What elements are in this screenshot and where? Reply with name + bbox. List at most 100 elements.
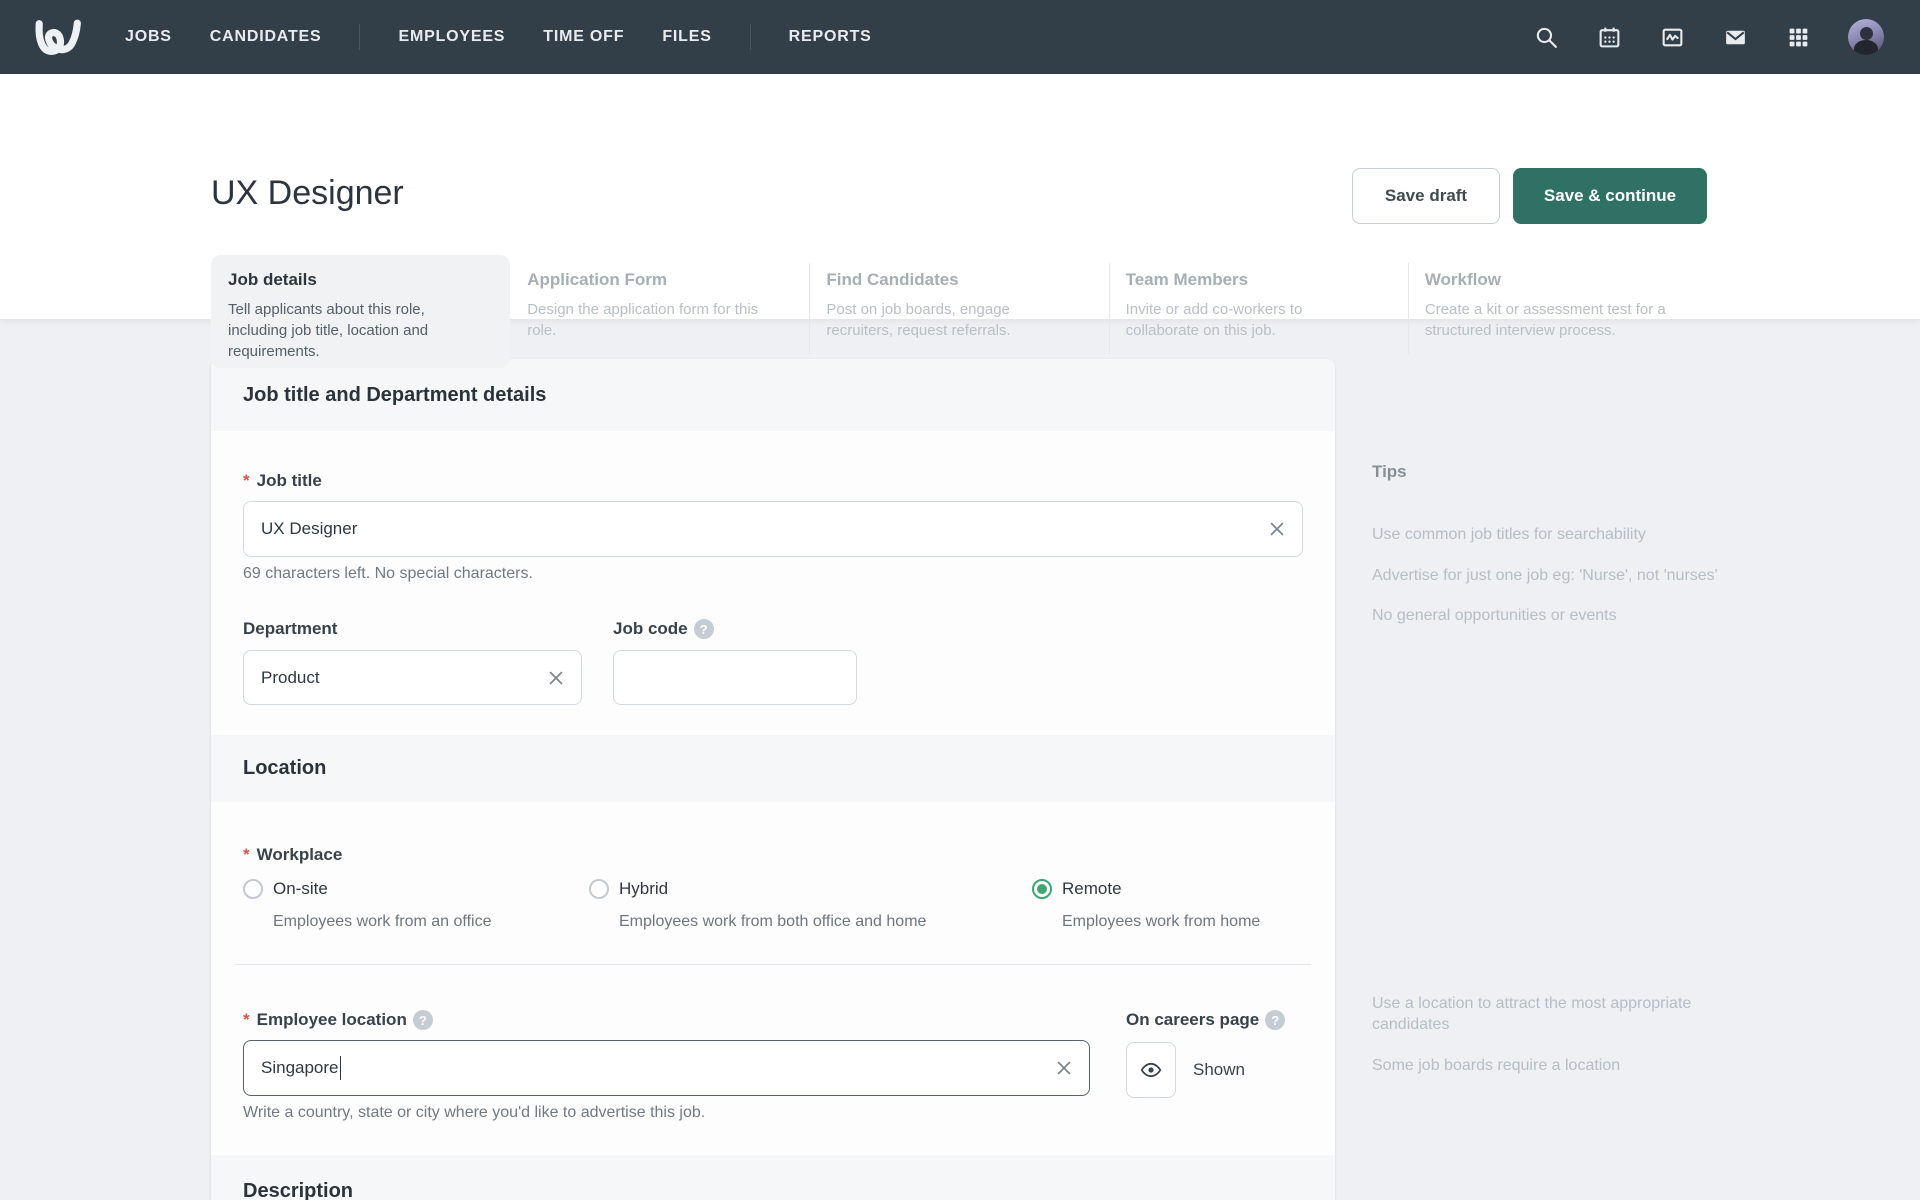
radio-option-onsite: On-site Employees work from an office xyxy=(243,879,589,931)
job-title-input[interactable]: UX Designer xyxy=(243,501,1303,557)
job-details-form-card: Job title and Department details * Job t… xyxy=(211,359,1335,1200)
tip-item: No general opportunities or events xyxy=(1372,607,1617,624)
radio-circle-icon[interactable] xyxy=(589,879,609,899)
divider xyxy=(235,964,1311,965)
nav-item-jobs[interactable]: JOBS xyxy=(125,28,172,46)
employee-location-input-wrap: Singapore xyxy=(243,1040,1090,1096)
section-title: Job title and Department details xyxy=(243,383,547,406)
nav-divider xyxy=(359,24,361,50)
radio-hybrid-desc: Employees work from both office and home xyxy=(619,913,927,930)
page-header: UX Designer Save draft Save & continue J… xyxy=(0,74,1920,368)
nav-item-candidates[interactable]: CANDIDATES xyxy=(210,28,322,46)
step-description: Post on job boards, engage recruiters, r… xyxy=(826,301,1011,339)
step-description: Tell applicants about this role, includi… xyxy=(228,301,429,360)
save-continue-button[interactable]: Save & continue xyxy=(1513,168,1707,224)
step-title: Team Members xyxy=(1125,270,1249,289)
step-title: Application Form xyxy=(527,270,667,289)
visibility-status: Shown xyxy=(1193,1060,1245,1079)
section-title: Description xyxy=(243,1179,354,1200)
required-asterisk: * xyxy=(243,1010,250,1029)
section-header-location: Location xyxy=(211,735,1335,802)
clear-department-icon[interactable] xyxy=(548,670,564,686)
radio-circle-icon[interactable] xyxy=(1032,879,1052,899)
required-asterisk: * xyxy=(243,471,250,490)
page-title: UX Designer xyxy=(211,174,404,212)
radio-onsite-desc: Employees work from an office xyxy=(273,913,492,930)
step-title: Workflow xyxy=(1424,270,1501,289)
step-title: Find Candidates xyxy=(826,270,959,289)
nav-menu: JOBS CANDIDATES EMPLOYEES TIME OFF FILES… xyxy=(125,24,872,50)
tip-item: Use common job titles for searchability xyxy=(1372,526,1646,543)
department-jobcode-row: Department Product Job code ? xyxy=(243,619,1303,705)
step-find-candidates[interactable]: Find Candidates Post on job boards, enga… xyxy=(809,255,1108,368)
careers-page-help-icon[interactable]: ? xyxy=(1265,1010,1286,1030)
search-icon[interactable] xyxy=(1533,24,1559,50)
radio-option-remote: Remote Employees work from home xyxy=(1032,879,1303,931)
nav-divider xyxy=(749,24,751,50)
careers-page-label: On careers page ? xyxy=(1126,1010,1303,1030)
required-asterisk: * xyxy=(243,845,250,864)
clear-job-title-icon[interactable] xyxy=(1269,521,1285,537)
workplace-radio-group: On-site Employees work from an office Hy… xyxy=(243,879,1303,931)
apps-grid-icon[interactable] xyxy=(1785,24,1811,50)
step-workflow[interactable]: Workflow Create a kit or assessment test… xyxy=(1407,255,1707,368)
employee-location-helper: Write a country, state or city where you… xyxy=(243,1104,706,1121)
careers-page-visibility: Shown xyxy=(1126,1042,1303,1098)
step-title: Job details xyxy=(228,270,317,289)
user-avatar[interactable] xyxy=(1848,19,1884,55)
radio-remote-desc: Employees work from home xyxy=(1062,913,1261,930)
workplace-label: * Workplace xyxy=(243,845,343,864)
radio-option-hybrid: Hybrid Employees work from both office a… xyxy=(589,879,1032,931)
department-input-wrap: Product xyxy=(243,650,582,705)
radio-hybrid[interactable]: Hybrid xyxy=(589,879,1032,899)
section-title: Location xyxy=(243,757,327,779)
job-code-label: Job code ? xyxy=(613,619,857,639)
step-description: Create a kit or assessment test for a st… xyxy=(1424,301,1666,339)
top-nav: JOBS CANDIDATES EMPLOYEES TIME OFF FILES… xyxy=(0,0,1920,74)
reports-chart-icon[interactable] xyxy=(1659,24,1685,50)
job-title-label: * Job title xyxy=(243,471,322,490)
main-content: Job title and Department details * Job t… xyxy=(0,319,1920,1200)
employee-location-label: * Employee location ? xyxy=(243,1010,1090,1030)
nav-item-reports[interactable]: REPORTS xyxy=(789,28,872,46)
tip-item: Some job boards require a location xyxy=(1372,1057,1621,1074)
section-header-job-title: Job title and Department details xyxy=(211,359,1335,431)
job-code-input[interactable] xyxy=(613,650,857,705)
section-body-job-title: * Job title UX Designer 69 characters le… xyxy=(211,431,1335,735)
job-code-input-wrap xyxy=(613,650,857,705)
step-description: Invite or add co-workers to collaborate … xyxy=(1125,301,1303,339)
save-draft-button[interactable]: Save draft xyxy=(1352,168,1500,224)
employee-location-help-icon[interactable]: ? xyxy=(412,1010,433,1030)
text-caret xyxy=(339,1056,342,1080)
mail-icon[interactable] xyxy=(1722,24,1748,50)
radio-circle-icon[interactable] xyxy=(243,879,263,899)
clear-employee-location-icon[interactable] xyxy=(1056,1060,1072,1076)
tips-sidebar: Tips Use common job titles for searchabi… xyxy=(1372,462,1722,1076)
nav-icon-group xyxy=(1533,19,1884,55)
department-label: Department xyxy=(243,619,338,638)
nav-item-files[interactable]: FILES xyxy=(662,28,711,46)
job-code-help-icon[interactable]: ? xyxy=(693,619,714,639)
department-input[interactable]: Product xyxy=(243,650,582,705)
workable-logo-icon[interactable] xyxy=(33,16,83,58)
tip-item: Advertise for just one job eg: 'Nurse', … xyxy=(1372,567,1718,584)
job-title-input-wrap: UX Designer xyxy=(243,501,1303,557)
section-body-location: * Workplace On-site Employees work from … xyxy=(211,802,1335,1155)
visibility-toggle-button[interactable] xyxy=(1126,1042,1176,1098)
nav-item-timeoff[interactable]: TIME OFF xyxy=(543,28,624,46)
step-team-members[interactable]: Team Members Invite or add co-workers to… xyxy=(1108,255,1408,368)
nav-item-employees[interactable]: EMPLOYEES xyxy=(398,28,505,46)
step-application-form[interactable]: Application Form Design the application … xyxy=(510,255,809,368)
calendar-icon[interactable] xyxy=(1596,24,1622,50)
section-header-description: Description xyxy=(211,1155,1335,1200)
eye-icon xyxy=(1140,1062,1162,1078)
employee-location-row: * Employee location ? Singapore Write a … xyxy=(243,1010,1303,1122)
step-description: Design the application form for this rol… xyxy=(527,301,759,339)
employee-location-input[interactable]: Singapore xyxy=(243,1040,1090,1096)
radio-onsite[interactable]: On-site xyxy=(243,879,589,899)
job-editor-steps: Job details Tell applicants about this r… xyxy=(211,255,1707,368)
tips-heading: Tips xyxy=(1372,462,1407,481)
step-job-details[interactable]: Job details Tell applicants about this r… xyxy=(211,255,511,368)
radio-remote[interactable]: Remote xyxy=(1032,879,1303,899)
job-title-helper: 69 characters left. No special character… xyxy=(243,565,533,582)
